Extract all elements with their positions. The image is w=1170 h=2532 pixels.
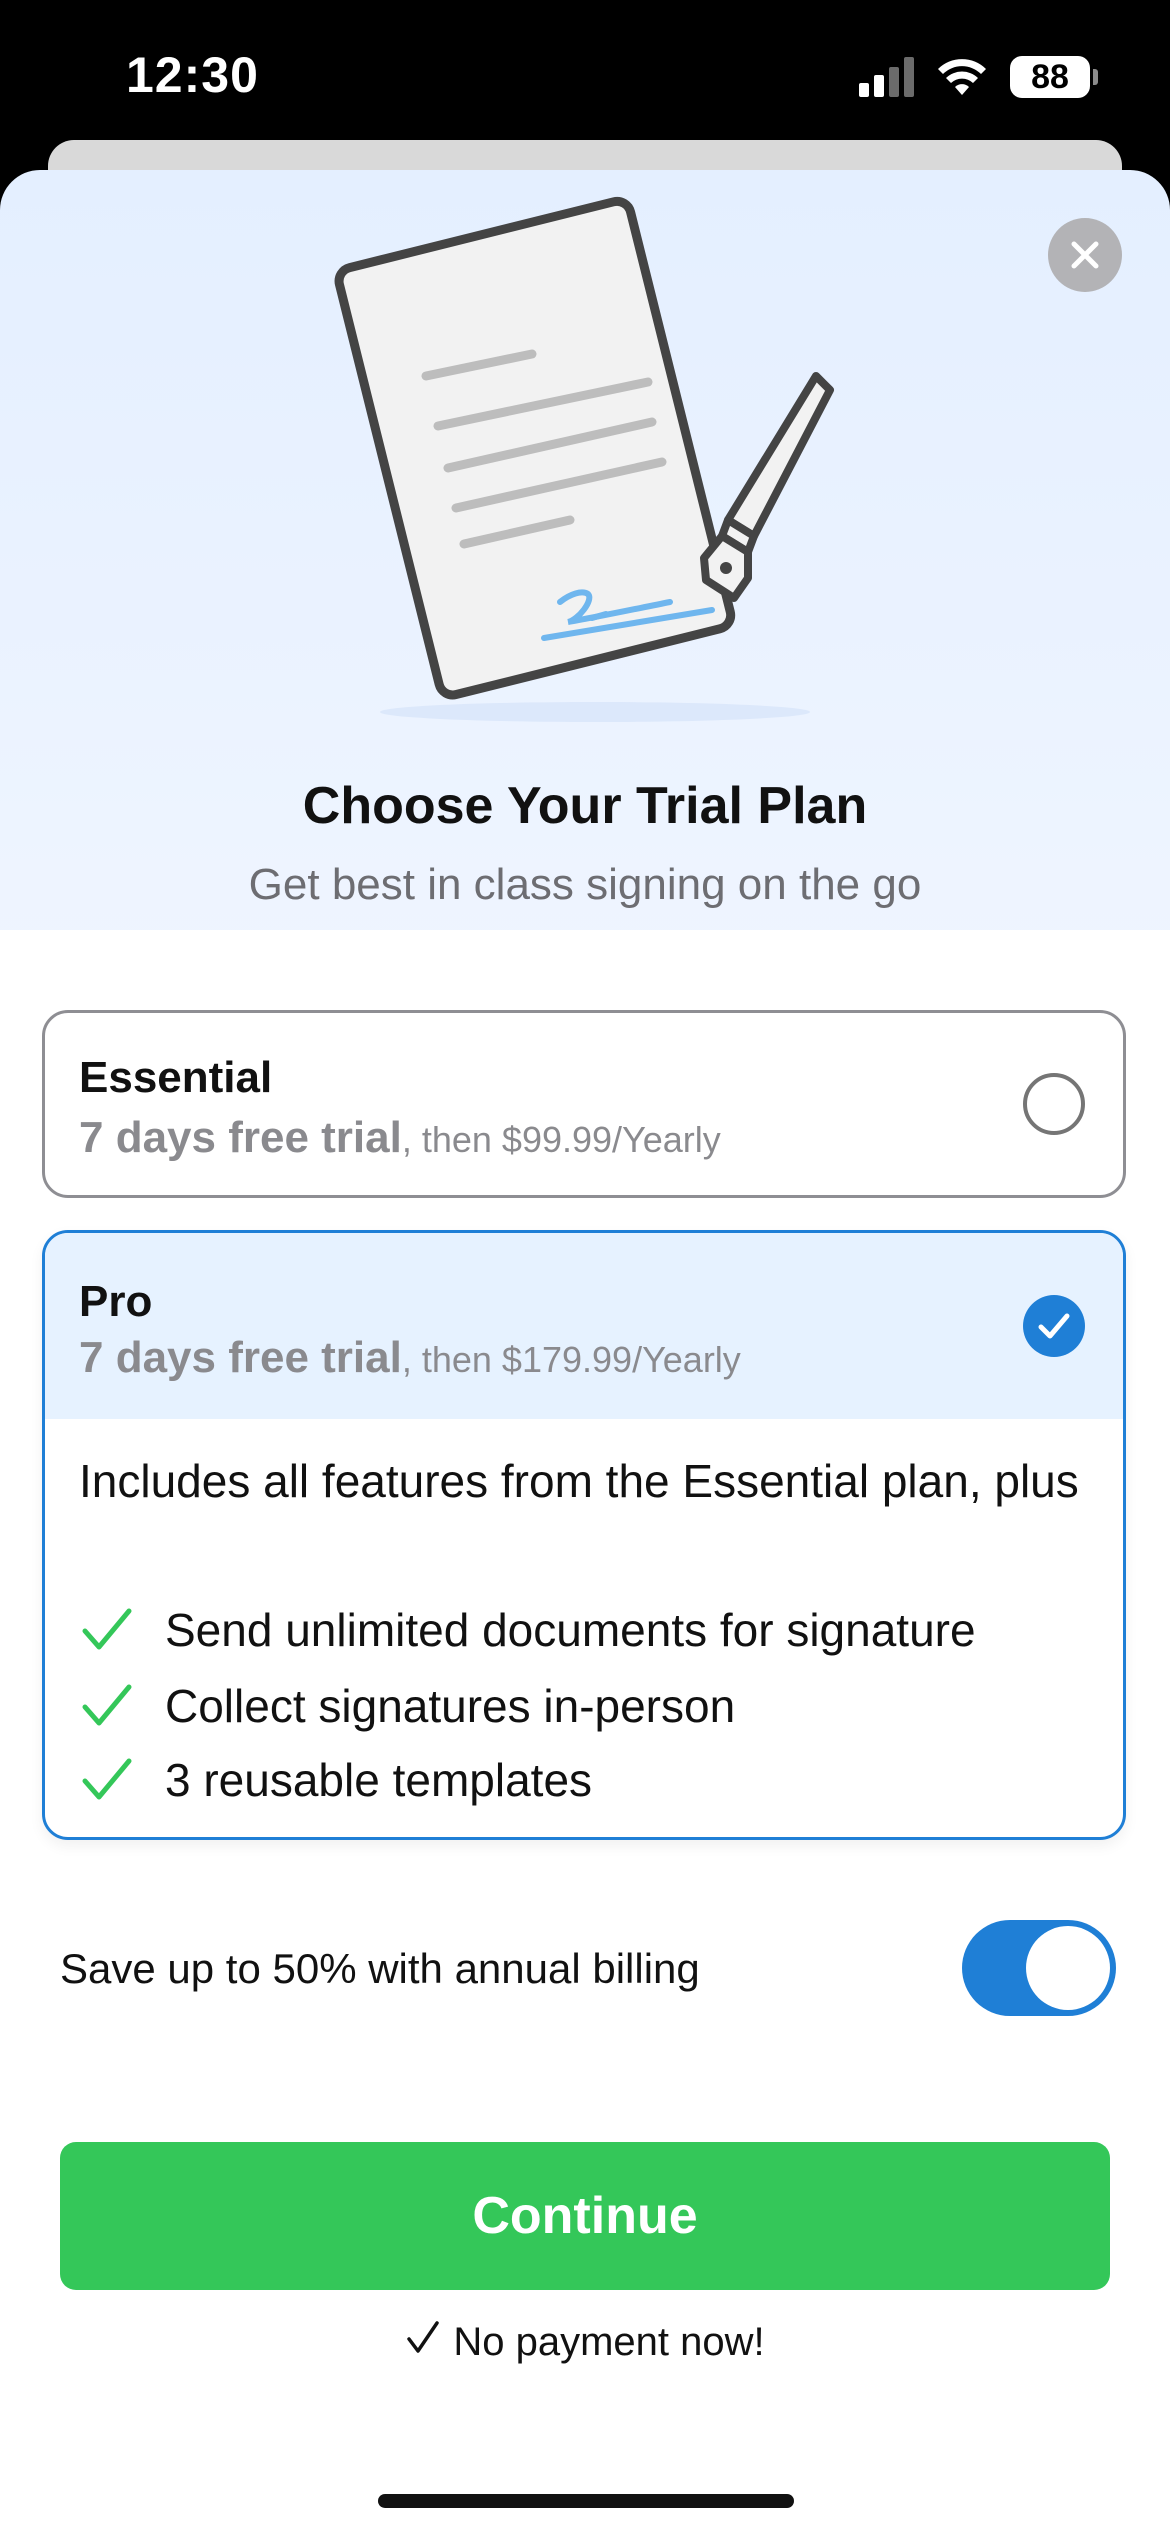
plan-option-pro[interactable]: Pro 7 days free trial, then $179.99/Year…: [42, 1230, 1126, 1840]
close-icon: [1071, 241, 1099, 269]
trial-plan-sheet: Choose Your Trial Plan Get best in class…: [0, 170, 1170, 2532]
green-check-icon: [79, 1755, 135, 1805]
plan-option-essential[interactable]: Essential 7 days free trial, then $99.99…: [42, 1010, 1126, 1198]
plan-includes-text: Includes all features from the Essential…: [79, 1455, 1079, 1507]
page-subtitle: Get best in class signing on the go: [248, 860, 922, 909]
plan-price: 7 days free trial, then $99.99/Yearly: [79, 1113, 721, 1163]
no-payment-text: No payment now!: [453, 2320, 765, 2364]
no-payment-note: No payment now!: [0, 2320, 1170, 2365]
continue-button[interactable]: Continue: [60, 2142, 1110, 2290]
feature-item: Send unlimited documents for signature: [79, 1603, 976, 1657]
checkmark-icon: [1038, 1313, 1070, 1339]
radio-button-unselected[interactable]: [1023, 1073, 1085, 1135]
home-indicator[interactable]: [378, 2494, 794, 2508]
close-button[interactable]: [1048, 218, 1122, 292]
annual-billing-toggle[interactable]: [962, 1920, 1116, 2016]
green-check-icon: [79, 1681, 135, 1731]
status-time: 12:30: [126, 47, 259, 103]
feature-text: Send unlimited documents for signature: [165, 1604, 976, 1656]
plan-price-amount: , then $99.99/Yearly: [401, 1119, 721, 1160]
plan-price: 7 days free trial, then $179.99/Yearly: [79, 1333, 741, 1383]
plan-name: Pro: [79, 1277, 153, 1326]
toggle-knob: [1026, 1926, 1110, 2010]
feature-text: Collect signatures in-person: [165, 1680, 736, 1732]
plan-name: Essential: [79, 1053, 273, 1102]
page-title: Choose Your Trial Plan: [302, 777, 868, 835]
status-icons: 88: [859, 56, 1098, 98]
wifi-icon: [938, 59, 986, 95]
status-bar: 12:30 88: [0, 0, 1170, 150]
plan-trial: 7 days free trial: [79, 1113, 402, 1162]
radio-button-selected[interactable]: [1023, 1295, 1085, 1357]
annual-billing-label: Save up to 50% with annual billing: [60, 1945, 700, 1992]
feature-item: 3 reusable templates: [79, 1753, 592, 1807]
green-check-icon: [79, 1605, 135, 1655]
battery-icon: 88: [1010, 56, 1098, 98]
plan-pro-header: [45, 1233, 1123, 1419]
feature-item: Collect signatures in-person: [79, 1679, 735, 1733]
plan-trial: 7 days free trial: [79, 1333, 402, 1382]
signal-icon: [859, 57, 914, 97]
feature-text: 3 reusable templates: [165, 1754, 593, 1806]
plan-price-amount: , then $179.99/Yearly: [401, 1339, 741, 1380]
checkmark-icon: [405, 2320, 441, 2365]
battery-level: 88: [1031, 57, 1069, 96]
